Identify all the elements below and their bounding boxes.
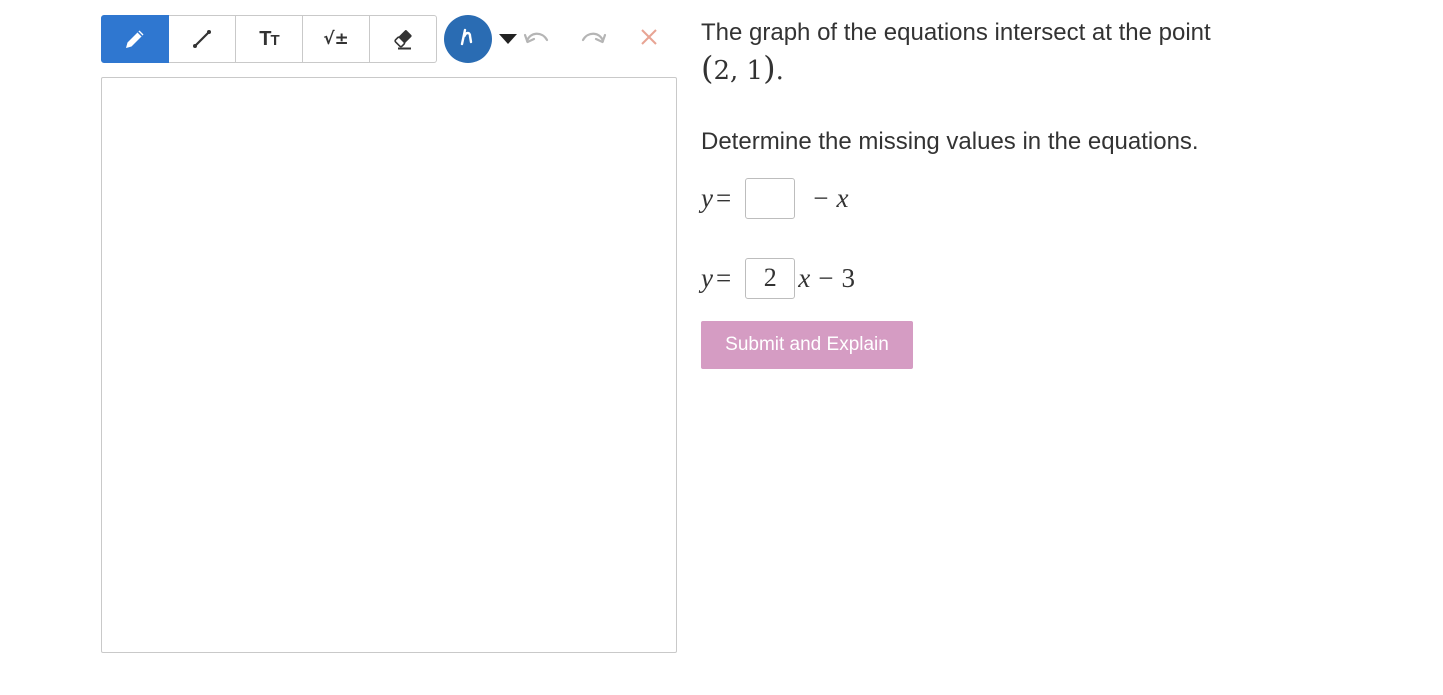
redo-button[interactable] <box>575 15 611 63</box>
intersection-point: (2, 1). <box>701 50 1401 89</box>
equation-1-lhs: y <box>701 182 713 213</box>
line-icon <box>190 27 214 51</box>
equation-2-rhs: x −3 <box>798 263 855 294</box>
math-icon: √± <box>323 29 349 49</box>
submit-and-explain-button[interactable]: Submit and Explain <box>701 321 913 369</box>
close-icon <box>639 27 659 52</box>
equation-2-answer-input[interactable] <box>745 257 796 299</box>
math-tool-button[interactable]: √± <box>303 15 370 63</box>
equation-2-equals: = <box>715 262 732 293</box>
clear-button[interactable] <box>631 15 667 63</box>
equation-1-var: x <box>836 182 849 213</box>
text-size-icon: TT <box>259 27 279 50</box>
question-prompt: The graph of the equations intersect at … <box>701 19 1211 46</box>
drawing-canvas[interactable] <box>101 77 677 653</box>
pen-color-button[interactable] <box>444 15 492 63</box>
pencil-tool-button[interactable] <box>101 15 169 63</box>
undo-button[interactable] <box>519 15 555 63</box>
line-tool-button[interactable] <box>169 15 236 63</box>
equation-2-constant: 3 <box>841 262 855 293</box>
point-close-paren: ) <box>763 49 776 87</box>
pencil-icon <box>123 27 147 51</box>
equation-1-answer-input[interactable] <box>745 177 796 219</box>
redo-icon <box>579 27 607 52</box>
text-tool-button[interactable]: TT <box>236 15 303 63</box>
point-period: . <box>775 56 784 86</box>
equation-2-var: x <box>798 262 811 293</box>
equation-1-equals: = <box>715 182 732 213</box>
equation-1-rhs: − x <box>805 183 848 214</box>
equation-1-minus: − <box>813 182 829 213</box>
equation-2: y = x−3 <box>701 256 1401 300</box>
question-panel: The graph of the equations intersect at … <box>701 18 1401 369</box>
tool-group: TT √± <box>101 15 437 63</box>
chevron-down-icon[interactable] <box>499 34 517 44</box>
point-values: 2, 1 <box>713 56 764 86</box>
eraser-icon <box>390 26 416 52</box>
equation-1: y = − x <box>701 176 1401 220</box>
equation-2-minus: − <box>818 262 834 293</box>
drawing-toolbar: TT √± <box>101 15 667 63</box>
stroke-style-icon <box>456 25 480 54</box>
undo-icon <box>523 27 551 52</box>
instruction-text: Determine the missing values in the equa… <box>701 128 1199 155</box>
point-open-paren: ( <box>701 49 714 87</box>
eraser-tool-button[interactable] <box>370 15 437 63</box>
equation-2-lhs: y <box>701 262 713 293</box>
